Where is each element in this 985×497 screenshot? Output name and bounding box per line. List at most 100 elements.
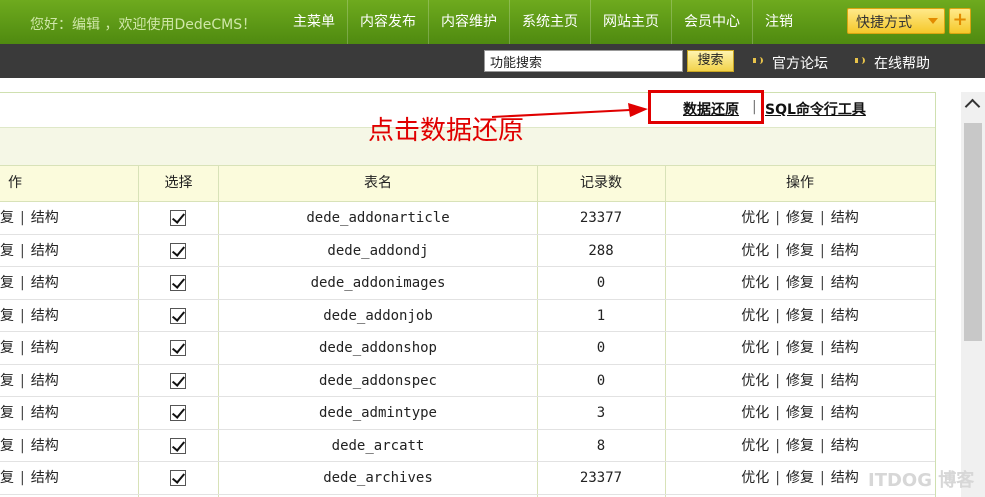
structure-link[interactable]: 结构 [31, 275, 59, 291]
repair-link[interactable]: 修复 [786, 373, 814, 389]
header-select: 选择 [164, 175, 193, 191]
record-count-cell: 23377 [579, 470, 623, 486]
structure-link[interactable]: 结构 [831, 210, 859, 226]
optimize-link[interactable]: 优化 [741, 243, 769, 259]
left-ops: 复 | 结构 [0, 437, 59, 454]
table-name-cell: dede_addonarticle [306, 210, 450, 226]
repair-link[interactable]: 修复 [786, 470, 814, 486]
repair-link[interactable]: 复 [0, 405, 14, 421]
operation-cell: 优化 | 修复 | 结构 [741, 340, 859, 356]
table-body: 复 | 结构 dede_addonarticle 23377 优化 | 修复 | 结构 复 |… [0, 202, 935, 495]
table-name-cell: dede_arcatt [331, 437, 425, 454]
structure-link[interactable]: 结构 [31, 308, 59, 324]
optimize-link[interactable]: 优化 [741, 405, 769, 421]
repair-link[interactable]: 复 [0, 470, 14, 486]
header-operation: 操作 [786, 175, 814, 191]
record-count-cell: 3 [596, 405, 606, 421]
optimize-link[interactable]: 优化 [741, 470, 769, 486]
table-row: 复 | 结构 dede_admintype 3 优化 | 修复 | 结构 [0, 397, 935, 430]
repair-link[interactable]: 复 [0, 308, 14, 324]
table-row: 复 | 结构 dede_arcatt 8 优化 | 修复 | 结构 [0, 430, 935, 462]
table-name-cell: dede_addondj [327, 242, 429, 259]
table-name-cell: dede_admintype [318, 405, 437, 421]
optimize-link[interactable]: 优化 [741, 438, 769, 454]
optimize-link[interactable]: 优化 [741, 308, 769, 324]
left-ops: 复 | 结构 [0, 340, 59, 356]
repair-link[interactable]: 复 [0, 243, 14, 259]
repair-link[interactable]: 复 [0, 438, 14, 454]
record-count-cell: 0 [596, 340, 606, 356]
optimize-link[interactable]: 优化 [741, 373, 769, 389]
operation-cell: 优化 | 修复 | 结构 [741, 275, 859, 291]
select-checkbox[interactable] [170, 275, 186, 291]
scrollbar-thumb[interactable] [964, 123, 982, 341]
record-count-cell: 23377 [579, 210, 623, 226]
left-ops: 复 | 结构 [0, 372, 59, 389]
header-table-name: 表名 [364, 175, 392, 191]
scroll-up-icon[interactable] [965, 96, 981, 112]
header-record-count: 记录数 [580, 175, 622, 191]
structure-link[interactable]: 结构 [831, 243, 859, 259]
optimize-link[interactable]: 优化 [741, 210, 769, 226]
structure-link[interactable]: 结构 [31, 373, 59, 389]
structure-link[interactable]: 结构 [31, 470, 59, 486]
left-ops: 复 | 结构 [0, 470, 59, 486]
structure-link[interactable]: 结构 [831, 308, 859, 324]
record-count-cell: 0 [596, 372, 606, 389]
repair-link[interactable]: 修复 [786, 243, 814, 259]
structure-link[interactable]: 结构 [31, 405, 59, 421]
optimize-link[interactable]: 优化 [741, 340, 769, 356]
table-name-cell: dede_addonjob [323, 307, 433, 324]
structure-link[interactable]: 结构 [831, 470, 859, 486]
repair-link[interactable]: 修复 [786, 308, 814, 324]
operation-cell: 优化 | 修复 | 结构 [741, 405, 859, 421]
select-checkbox[interactable] [170, 210, 186, 226]
select-checkbox[interactable] [170, 470, 186, 486]
structure-link[interactable]: 结构 [31, 340, 59, 356]
structure-link[interactable]: 结构 [831, 438, 859, 454]
table-row: 复 | 结构 dede_addondj 288 优化 | 修复 | 结构 [0, 235, 935, 267]
watermark-text: ITDOG 博客 [868, 470, 975, 491]
select-checkbox[interactable] [170, 242, 186, 259]
repair-link[interactable]: 复 [0, 373, 14, 389]
table-name-cell: dede_addonshop [318, 340, 437, 356]
operation-cell: 优化 | 修复 | 结构 [741, 210, 859, 226]
left-ops: 复 | 结构 [0, 405, 59, 421]
operation-cell: 优化 | 修复 | 结构 [741, 437, 859, 454]
header-operation-left: 作 [8, 175, 22, 191]
repair-link[interactable]: 复 [0, 210, 14, 226]
repair-link[interactable]: 修复 [786, 340, 814, 356]
optimize-link[interactable]: 优化 [741, 275, 769, 291]
left-ops: 复 | 结构 [0, 242, 59, 259]
table-row: 复 | 结构 dede_addonshop 0 优化 | 修复 | 结构 [0, 332, 935, 365]
select-checkbox[interactable] [170, 405, 186, 421]
record-count-cell: 1 [596, 307, 606, 324]
table-name-cell: dede_addonspec [318, 372, 437, 389]
repair-link[interactable]: 修复 [786, 405, 814, 421]
repair-link[interactable]: 复 [0, 275, 14, 291]
structure-link[interactable]: 结构 [31, 243, 59, 259]
record-count-cell: 0 [596, 275, 606, 291]
select-checkbox[interactable] [170, 437, 186, 454]
structure-link[interactable]: 结构 [831, 405, 859, 421]
table-name-cell: dede_archives [323, 470, 433, 486]
repair-link[interactable]: 修复 [786, 275, 814, 291]
left-ops: 复 | 结构 [0, 275, 59, 291]
operation-cell: 优化 | 修复 | 结构 [741, 242, 859, 259]
structure-link[interactable]: 结构 [831, 373, 859, 389]
table-row: 复 | 结构 dede_addonjob 1 优化 | 修复 | 结构 [0, 300, 935, 332]
select-checkbox[interactable] [170, 340, 186, 356]
select-checkbox[interactable] [170, 372, 186, 389]
table-row: 复 | 结构 dede_addonspec 0 优化 | 修复 | 结构 [0, 365, 935, 397]
structure-link[interactable]: 结构 [31, 438, 59, 454]
select-checkbox[interactable] [170, 307, 186, 324]
table-header: 作 选择 表名 记录数 操作 [0, 165, 935, 202]
repair-link[interactable]: 修复 [786, 210, 814, 226]
table-row: 复 | 结构 dede_archives 23377 优化 | 修复 | 结构 [0, 462, 935, 495]
structure-link[interactable]: 结构 [831, 275, 859, 291]
structure-link[interactable]: 结构 [831, 340, 859, 356]
record-count-cell: 288 [588, 242, 614, 259]
repair-link[interactable]: 复 [0, 340, 14, 356]
repair-link[interactable]: 修复 [786, 438, 814, 454]
structure-link[interactable]: 结构 [31, 210, 59, 226]
